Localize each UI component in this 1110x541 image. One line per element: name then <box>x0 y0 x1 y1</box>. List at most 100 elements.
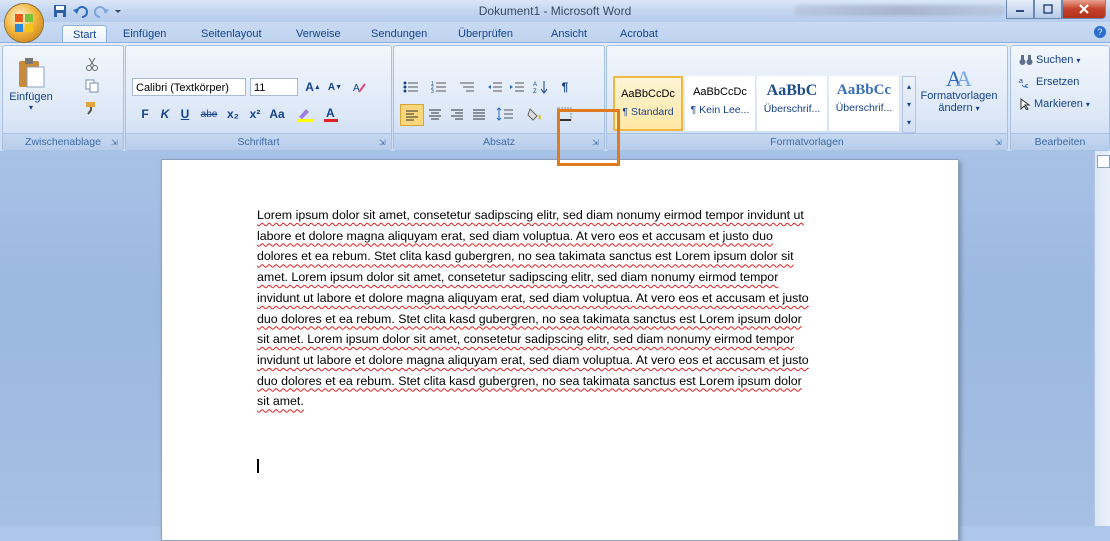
document-page[interactable]: Lorem ipsum dolor sit amet, consetetur s… <box>161 159 959 541</box>
group-label-clipboard: Zwischenablage <box>3 133 123 150</box>
highlight-color-icon[interactable] <box>294 104 316 124</box>
change-case-button[interactable]: Aa <box>266 104 288 124</box>
pilcrow-icon[interactable]: ¶ <box>554 77 576 97</box>
line-spacing-icon[interactable] <box>494 104 516 124</box>
style-sample: AaBbC <box>766 82 818 99</box>
sort-icon[interactable]: AZ <box>530 77 552 97</box>
cut-icon[interactable] <box>81 54 103 74</box>
style-name: ¶ Kein Lee... <box>690 104 750 116</box>
tab-einfuegen[interactable]: Einfügen <box>123 25 166 43</box>
style-heading-1[interactable]: AaBbC Überschrif... <box>757 76 828 131</box>
maximize-button[interactable] <box>1034 0 1062 19</box>
style-sample: AaBbCcDc <box>693 86 747 98</box>
chevron-down-icon: ▾ <box>1085 99 1090 109</box>
chevron-down-icon: ▾ <box>28 102 33 112</box>
italic-button[interactable]: K <box>154 104 176 124</box>
office-button[interactable] <box>5 4 43 42</box>
document-area: Lorem ipsum dolor sit amet, consetetur s… <box>0 151 1094 541</box>
find-label: Suchen <box>1036 54 1074 66</box>
style-name: Überschrif... <box>763 103 821 115</box>
highlight-annotation-box <box>557 109 620 166</box>
style-no-spacing[interactable]: AaBbCcDc ¶ Kein Lee... <box>685 76 756 131</box>
paste-button[interactable]: Einfügen ▾ <box>9 52 53 116</box>
style-sample: AaBbCcDc <box>621 88 675 100</box>
tab-verweise[interactable]: Verweise <box>296 25 341 43</box>
align-center-icon[interactable] <box>424 104 446 124</box>
styles-dialog-launcher-icon[interactable]: ⇲ <box>995 138 1004 147</box>
text-cursor <box>257 459 259 473</box>
tab-seitenlayout[interactable]: Seitenlayout <box>201 25 262 43</box>
help-icon[interactable]: ? <box>1094 26 1106 38</box>
tab-sendungen[interactable]: Sendungen <box>371 25 427 43</box>
grow-font-button[interactable]: A ▲ <box>302 77 324 97</box>
tab-acrobat[interactable]: Acrobat <box>620 25 658 43</box>
format-painter-icon[interactable] <box>81 98 103 118</box>
font-color-icon[interactable]: A <box>320 104 342 124</box>
group-label-editing: Bearbeiten <box>1011 133 1109 150</box>
text-line: dolores et ea rebum. Stet clita kasd gub… <box>257 249 794 264</box>
increase-indent-icon[interactable] <box>506 77 528 97</box>
svg-text:A: A <box>956 66 972 90</box>
replace-label: Ersetzen <box>1036 76 1080 88</box>
shrink-font-button[interactable]: A ▼ <box>324 77 346 97</box>
text-line: sit amet. Lorem ipsum dolor sit amet, co… <box>257 332 795 347</box>
decrease-indent-icon[interactable] <box>484 77 506 97</box>
tab-ueberpruefen[interactable]: Überprüfen <box>458 25 513 43</box>
svg-text:3: 3 <box>431 89 434 94</box>
numbering-icon[interactable]: 123 <box>428 77 450 97</box>
select-button[interactable]: Markieren ▾ <box>1019 94 1090 114</box>
strikethrough-button[interactable]: abe <box>198 104 220 124</box>
multilevel-list-icon[interactable] <box>456 77 478 97</box>
change-styles-label-2: ändern <box>938 102 973 114</box>
bullets-icon[interactable] <box>400 77 422 97</box>
replace-button[interactable]: ac Ersetzen <box>1019 72 1079 92</box>
office-logo-icon <box>15 14 33 32</box>
text-line: sit amet. <box>257 394 304 409</box>
text-line: labore et dolore magna aliquyam erat, se… <box>257 228 773 243</box>
style-standard[interactable]: AaBbCcDc ¶ Standard <box>613 76 683 131</box>
group-label-font: Schriftart <box>126 133 391 150</box>
paste-icon <box>19 57 45 87</box>
svg-text:a: a <box>1019 78 1023 85</box>
group-label-styles: Formatvorlagen <box>607 133 1007 150</box>
blurred-title-text <box>795 5 1005 16</box>
font-name-input[interactable]: Calibri (Textkörper) <box>132 78 246 96</box>
superscript-button[interactable]: x² <box>244 104 266 124</box>
minimize-button[interactable] <box>1006 0 1034 19</box>
font-dialog-launcher-icon[interactable]: ⇲ <box>379 138 388 147</box>
select-label: Markieren <box>1034 98 1083 110</box>
group-editing: Suchen ▾ ac Ersetzen Markieren ▾ Bearbeite… <box>1010 45 1110 151</box>
text-line: amet. Lorem ipsum dolor sit amet, conset… <box>257 270 779 285</box>
styles-gallery-scroll[interactable]: ▴ ▾ ▾ <box>902 76 916 133</box>
shading-icon[interactable] <box>524 104 546 124</box>
more-icon[interactable]: ▾ <box>907 118 911 127</box>
align-right-icon[interactable] <box>446 104 468 124</box>
chevron-down-icon[interactable]: ▾ <box>907 100 911 109</box>
align-left-icon[interactable] <box>400 104 424 126</box>
clear-format-icon[interactable]: A <box>348 77 370 97</box>
close-button[interactable] <box>1062 0 1106 19</box>
group-font: Calibri (Textkörper) 11 A ▲ A ▼ A F K U ab… <box>125 45 392 151</box>
font-size-input[interactable]: 11 <box>250 78 298 96</box>
justify-icon[interactable] <box>468 104 490 124</box>
cursor-arrow-icon <box>1020 98 1031 110</box>
chevron-down-icon: ▾ <box>975 104 980 113</box>
title-bar: Dokument1 - Microsoft Word <box>0 0 1110 23</box>
clipboard-dialog-launcher-icon[interactable]: ⇲ <box>111 138 120 147</box>
bold-button[interactable]: F <box>134 104 156 124</box>
document-text[interactable]: Lorem ipsum dolor sit amet, consetetur s… <box>257 205 867 412</box>
find-button[interactable]: Suchen ▾ <box>1019 50 1080 70</box>
subscript-button[interactable]: x₂ <box>222 104 244 124</box>
ruler-toggle-icon[interactable] <box>1097 155 1110 168</box>
underline-button[interactable]: U <box>174 104 196 124</box>
tab-ansicht[interactable]: Ansicht <box>551 25 587 43</box>
vertical-scrollbar[interactable] <box>1094 151 1110 526</box>
style-heading-2[interactable]: AaBbCc Überschrif... <box>829 76 900 131</box>
group-styles: AaBbCcDc ¶ Standard AaBbCcDc ¶ Kein Lee.… <box>606 45 1008 151</box>
change-styles-button[interactable]: AA Formatvorlagen ändern ▾ <box>919 52 999 124</box>
text-line: duo dolores et ea rebum. Stet clita kasd… <box>257 373 802 388</box>
paste-label: Einfügen <box>9 90 53 103</box>
chevron-up-icon[interactable]: ▴ <box>907 82 911 91</box>
styles-icon: AA <box>946 66 972 90</box>
copy-icon[interactable] <box>81 76 103 96</box>
